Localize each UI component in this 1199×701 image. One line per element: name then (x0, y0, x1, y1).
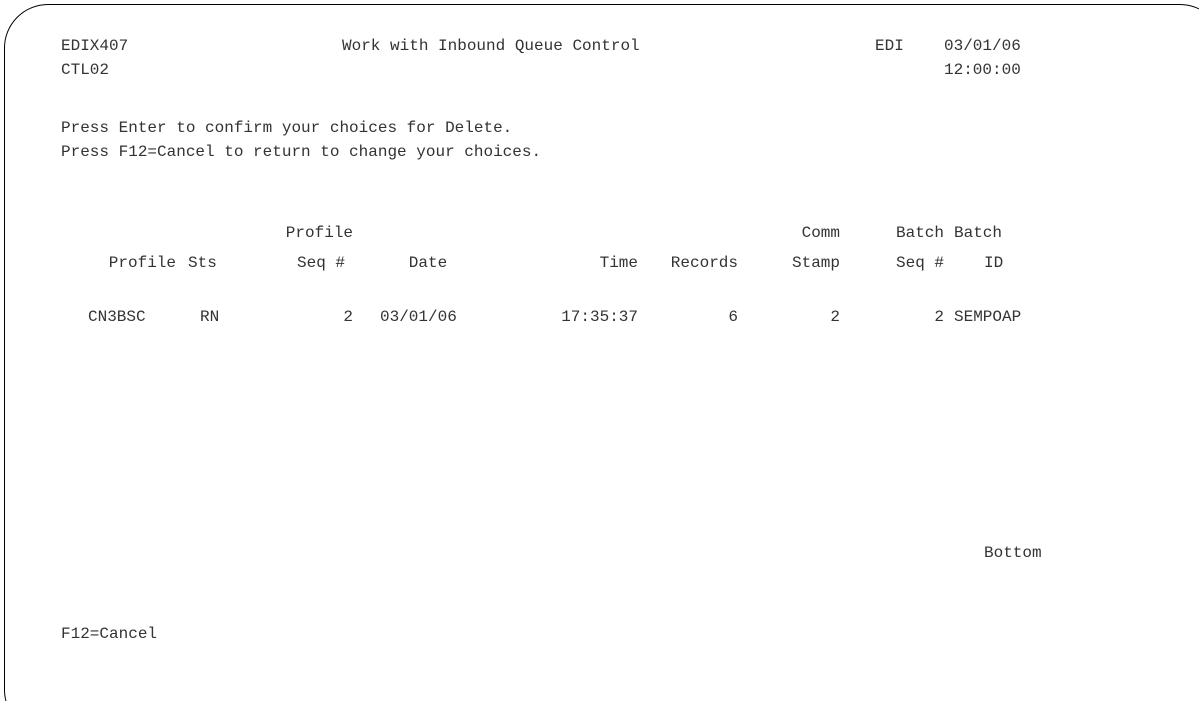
instruction-line-1: Press Enter to confirm your choices for … (61, 119, 513, 137)
cell-records: 6 (728, 308, 738, 326)
column-header-batch-id: ID (984, 254, 1004, 272)
column-header-comm-stamp: Stamp (791, 254, 840, 272)
f12-cancel-key[interactable]: F12=Cancel (61, 624, 157, 644)
scroll-indicator: Bottom (984, 544, 1042, 562)
column-header-batch-seq: Seq # (895, 254, 944, 272)
terminal-screen (4, 4, 1199, 701)
cell-comm-stamp: 2 (830, 308, 840, 326)
cell-date: 03/01/06 (380, 308, 457, 326)
system-time: 12:00:00 (944, 61, 1021, 79)
cell-batch-id: SEMPOAP (954, 308, 1022, 326)
column-header-sts: Sts (188, 254, 217, 272)
column-header-comm-stamp-top: Comm (801, 224, 840, 242)
column-header-date: Date (408, 254, 448, 272)
system-name: EDI (875, 37, 904, 55)
column-header-time: Time (599, 254, 638, 272)
cell-sts: RN (200, 308, 220, 326)
screen-title: Work with Inbound Queue Control (342, 37, 640, 55)
program-id: EDIX407 (61, 37, 129, 55)
cell-profile-seq: 2 (343, 308, 353, 326)
column-header-profile: Profile (108, 254, 176, 272)
system-date: 03/01/06 (944, 37, 1021, 55)
instruction-line-2: Press F12=Cancel to return to change you… (61, 143, 542, 161)
column-header-records: Records (670, 254, 738, 272)
column-header-profile-seq-top: Profile (285, 224, 353, 242)
column-header-batch-id-top: Batch (954, 224, 1003, 242)
cell-profile: CN3BSC (88, 308, 146, 326)
cell-batch-seq: 2 (934, 308, 944, 326)
format-id: CTL02 (61, 61, 110, 79)
column-header-batch-seq-top: Batch (895, 224, 944, 242)
cell-time: 17:35:37 (561, 308, 638, 326)
column-header-profile-seq: Seq # (296, 254, 345, 272)
